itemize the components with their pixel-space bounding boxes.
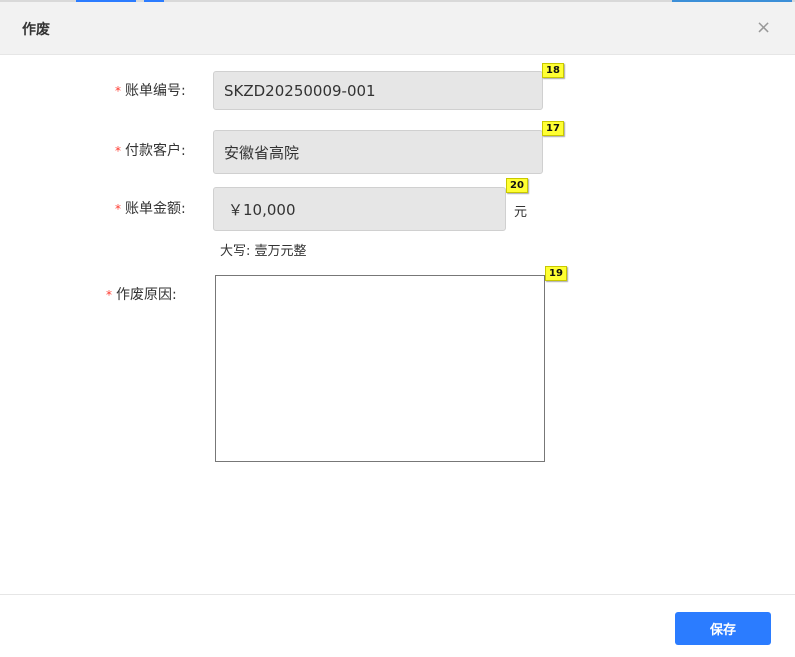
bill-no-field: SKZD20250009-001 (213, 71, 543, 110)
amount-uppercase: 大写: 壹万元整 (220, 244, 307, 259)
customer-field: 安徽省高院 (213, 130, 543, 174)
reason-label-text: 作废原因: (116, 287, 177, 303)
amount-value: ￥10,000 (228, 200, 296, 219)
bill-no-label: * 账单编号: (115, 80, 186, 100)
reason-label: * 作废原因: (106, 284, 177, 304)
required-mark: * (115, 202, 121, 216)
amount-label-text: 账单金额: (125, 201, 186, 217)
required-mark: * (115, 144, 121, 158)
footer-divider (0, 594, 795, 595)
close-icon[interactable]: × (756, 19, 771, 37)
required-mark: * (106, 288, 112, 302)
reason-badge: 19 (545, 266, 567, 281)
bill-no-value: SKZD20250009-001 (224, 81, 376, 100)
amount-field: ￥10,000 (213, 187, 506, 231)
amount-label: * 账单金额: (115, 198, 186, 218)
reason-textarea[interactable] (215, 275, 545, 462)
bill-no-badge: 18 (542, 63, 564, 78)
dialog-header: 作废 × (0, 2, 795, 55)
save-button[interactable]: 保存 (675, 612, 771, 645)
customer-value: 安徽省高院 (224, 143, 300, 162)
amount-badge: 20 (506, 178, 528, 193)
customer-label: * 付款客户: (115, 140, 186, 160)
amount-unit: 元 (514, 205, 528, 220)
bill-no-label-text: 账单编号: (125, 83, 186, 99)
dialog-title: 作废 (22, 22, 50, 38)
customer-badge: 17 (542, 121, 564, 136)
required-mark: * (115, 84, 121, 98)
customer-label-text: 付款客户: (125, 143, 186, 159)
